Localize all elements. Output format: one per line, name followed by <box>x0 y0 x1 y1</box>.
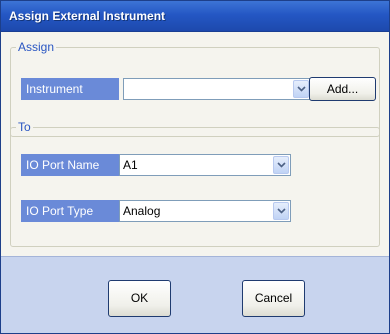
port-name-select-value: A1 <box>123 158 138 172</box>
chevron-down-icon <box>277 162 286 168</box>
assign-group-legend: Assign <box>16 40 57 54</box>
to-group: To IO Port Name A1 IO Port Type Analog <box>10 120 380 247</box>
port-name-row: IO Port Name A1 <box>21 154 311 176</box>
assign-group: Assign Instrument Add... <box>10 40 380 137</box>
instrument-dropdown-button[interactable] <box>293 80 309 98</box>
port-type-select-value: Analog <box>123 204 161 218</box>
to-group-legend: To <box>16 120 33 134</box>
instrument-select[interactable] <box>123 78 311 100</box>
assign-external-instrument-dialog: Assign External Instrument Assign Instru… <box>0 0 390 334</box>
window-title: Assign External Instrument <box>9 9 166 23</box>
port-type-select[interactable]: Analog <box>119 200 291 222</box>
dialog-content: Assign Instrument Add... To IO Port Name… <box>1 32 389 255</box>
port-type-label: IO Port Type <box>21 200 119 222</box>
chevron-down-icon <box>277 208 286 214</box>
add-button[interactable]: Add... <box>309 77 376 101</box>
port-type-row: IO Port Type Analog <box>21 200 311 222</box>
title-bar[interactable]: Assign External Instrument <box>1 1 389 32</box>
instrument-row: Instrument Add... <box>21 77 376 101</box>
cancel-button[interactable]: Cancel <box>242 280 305 317</box>
port-type-dropdown-button[interactable] <box>273 202 289 220</box>
port-name-dropdown-button[interactable] <box>273 156 289 174</box>
instrument-label: Instrument <box>21 78 119 100</box>
port-name-label: IO Port Name <box>21 154 119 176</box>
port-name-select[interactable]: A1 <box>119 154 291 176</box>
chevron-down-icon <box>297 86 306 92</box>
ok-button[interactable]: OK <box>108 280 171 317</box>
dialog-footer: OK Cancel <box>1 256 389 333</box>
